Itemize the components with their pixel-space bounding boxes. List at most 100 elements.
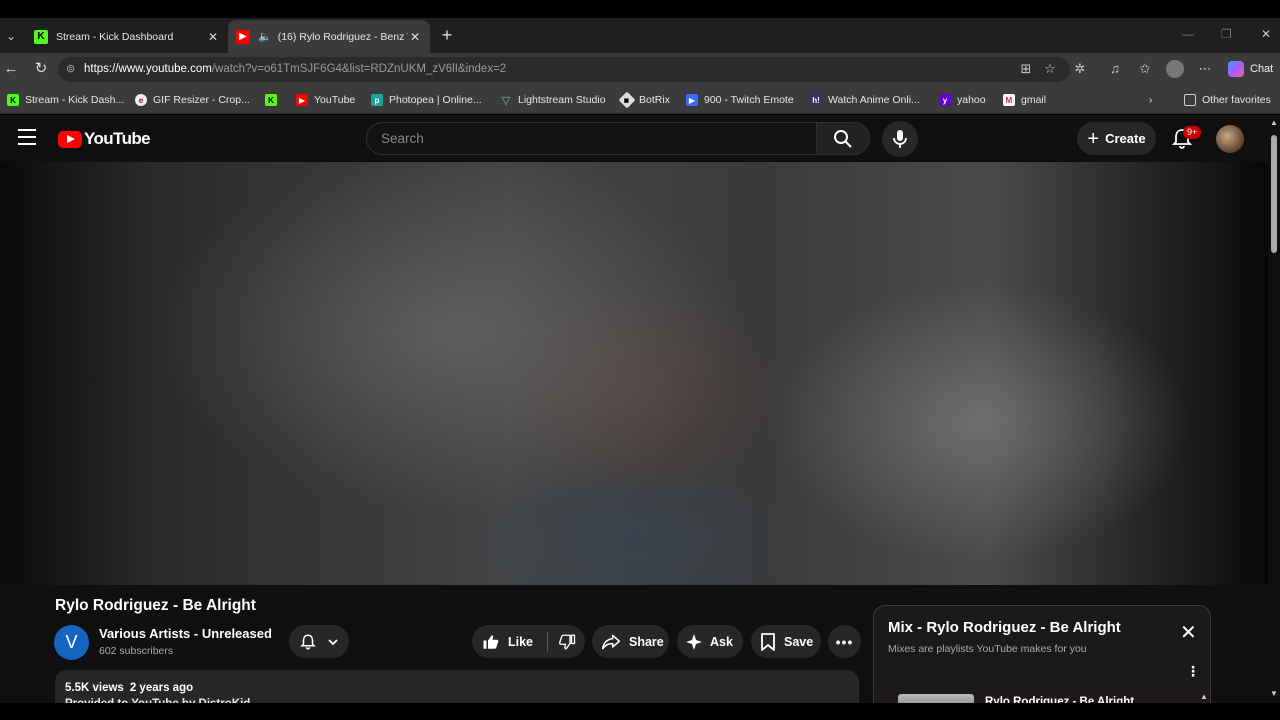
window-close-icon[interactable]: ✕: [1261, 27, 1271, 41]
account-avatar[interactable]: [1216, 125, 1244, 153]
bookmark-anime[interactable]: h! Watch Anime Onli...: [810, 93, 920, 107]
like-button[interactable]: Like: [472, 633, 533, 651]
channel-name[interactable]: Various Artists - Unreleased: [99, 626, 272, 641]
yahoo-icon: y: [939, 94, 951, 106]
media-control-icon[interactable]: ♫: [1107, 61, 1123, 77]
save-button[interactable]: Save: [751, 625, 821, 658]
channel-avatar[interactable]: V: [54, 625, 89, 660]
other-favorites[interactable]: Other favorites: [1184, 93, 1271, 107]
tab-title: Stream - Kick Dashboard: [56, 30, 174, 43]
mix-title[interactable]: Mix - Rylo Rodriguez - Be Alright: [888, 619, 1121, 636]
like-separator: [547, 631, 549, 652]
bell-icon: [300, 633, 316, 649]
kick-icon: K: [265, 94, 277, 106]
tab-youtube[interactable]: ▶ 🔈 (16) Rylo Rodriguez - Benz Tr ✕: [228, 20, 430, 53]
favorite-star-icon[interactable]: ☆: [1042, 61, 1058, 77]
youtube-header: YouTube Search + Create 9+: [0, 115, 1268, 162]
chevron-down-icon: [328, 638, 338, 645]
anime-site-icon: h!: [810, 94, 822, 106]
restore-icon[interactable]: ❐: [1221, 27, 1232, 41]
more-actions-icon[interactable]: •••: [828, 625, 861, 658]
thumbs-down-icon[interactable]: [558, 633, 576, 651]
bookmark-yahoo[interactable]: y yahoo: [939, 93, 986, 107]
scroll-down-arrow-icon[interactable]: ▼: [1270, 689, 1278, 698]
search-icon: [834, 129, 852, 148]
url-text: https://www.youtube.com/watch?v=o61TmSJF…: [84, 63, 507, 75]
mix-subtitle: Mixes are playlists YouTube makes for yo…: [888, 643, 1087, 655]
bookmark-photopea[interactable]: p Photopea | Online...: [371, 93, 482, 107]
thumbs-up-icon: [483, 634, 499, 649]
hamburger-menu-icon[interactable]: [18, 129, 36, 145]
bookmark-botrix[interactable]: ◆ BotRix: [618, 91, 670, 109]
more-menu-icon[interactable]: ⋯: [1197, 61, 1213, 77]
kick-icon: K: [7, 94, 19, 106]
tab-actions-chevron-icon[interactable]: ⌄: [3, 28, 19, 44]
search-input[interactable]: Search: [366, 122, 817, 155]
bookmarks-overflow-chevron-icon[interactable]: ›: [1149, 93, 1153, 107]
bookmark-lightstream[interactable]: ▽ Lightstream Studio: [500, 93, 606, 107]
copilot-icon: [1228, 61, 1244, 77]
plus-icon: +: [1087, 127, 1100, 150]
close-icon[interactable]: ✕: [1180, 623, 1197, 643]
screen-top-border: [0, 0, 1280, 18]
photopea-icon: p: [371, 94, 383, 106]
gif-resizer-icon: e: [135, 94, 147, 106]
tab-close-icon[interactable]: ✕: [408, 30, 422, 44]
kick-icon: K: [34, 29, 48, 44]
tab-title: (16) Rylo Rodriguez - Benz Tr: [277, 30, 408, 43]
profile-avatar[interactable]: [1166, 60, 1184, 78]
lightstream-icon: ▽: [501, 94, 511, 107]
scrollbar-thumb[interactable]: [1271, 135, 1277, 253]
subscriber-count: 602 subscribers: [99, 645, 174, 657]
bookmark-youtube[interactable]: ▶ YouTube: [296, 93, 355, 107]
ask-button[interactable]: Ask: [677, 625, 743, 658]
video-player[interactable]: [0, 162, 1268, 585]
upload-age: 2 years ago: [129, 682, 194, 694]
browser-toolbar: ← ↻ ⊜ https://www.youtube.com/watch?v=o6…: [0, 53, 1280, 86]
video-title: Rylo Rodriguez - Be Alright: [55, 597, 256, 614]
share-button[interactable]: Share: [592, 625, 669, 658]
minimize-icon[interactable]: —: [1182, 27, 1194, 41]
bookmarks-bar: K Stream - Kick Dash... e GIF Resizer - Cr…: [0, 86, 1280, 114]
create-button[interactable]: + Create: [1077, 122, 1156, 155]
view-count: 5.5K views: [65, 682, 124, 694]
emote-icon: ▶: [686, 94, 698, 106]
scroll-up-arrow-icon[interactable]: ▲: [1270, 118, 1278, 127]
app-available-icon[interactable]: ⊞: [1018, 61, 1034, 77]
microphone-icon: [893, 130, 907, 148]
mix-menu-icon[interactable]: ⋮: [1186, 664, 1200, 678]
extensions-icon[interactable]: ✲: [1072, 61, 1088, 77]
copilot-chat-button[interactable]: Chat: [1228, 60, 1273, 78]
bookmark-gif-resizer[interactable]: e GIF Resizer - Crop...: [135, 93, 250, 107]
video-meta: 5.5K views 2 years ago: [65, 682, 199, 694]
botrix-icon: ◆: [618, 91, 636, 109]
back-arrow-icon[interactable]: ←: [3, 61, 19, 77]
favorites-icon[interactable]: ✩: [1137, 61, 1153, 77]
gmail-icon: M: [1003, 94, 1015, 106]
subscription-notification-button[interactable]: [289, 625, 349, 658]
speaker-icon[interactable]: 🔈: [258, 30, 272, 43]
bookmark-kick-2[interactable]: K: [265, 93, 283, 107]
reload-icon[interactable]: ↻: [33, 61, 49, 77]
bookmark-gmail[interactable]: Mgmail: [1003, 93, 1046, 107]
search-button[interactable]: [817, 122, 870, 155]
bookmark-twitch-emote[interactable]: ▶ 900 - Twitch Emote: [686, 93, 794, 107]
site-info-icon[interactable]: ⊜: [66, 62, 75, 75]
like-dislike-group: Like: [472, 625, 585, 658]
youtube-icon: ▶: [236, 29, 250, 44]
mix-scroll-up-arrow-icon[interactable]: ▲: [1200, 692, 1208, 701]
voice-search-button[interactable]: [882, 121, 918, 157]
bookmark-icon: [761, 632, 775, 651]
tab-close-icon[interactable]: ✕: [206, 30, 220, 44]
page-scrollbar[interactable]: ▲ ▼: [1268, 115, 1280, 720]
browser-tabstrip: ⌄ K Stream - Kick Dashboard ✕ ▶ 🔈 (16) R…: [0, 18, 1280, 53]
youtube-page: YouTube Search + Create 9+ ▲ ▼ Rylo Rodr…: [0, 115, 1280, 720]
tab-kick-dashboard[interactable]: K Stream - Kick Dashboard ✕: [26, 20, 228, 53]
sparkle-icon: [686, 633, 702, 650]
new-tab-icon[interactable]: +: [438, 26, 456, 44]
youtube-logo[interactable]: YouTube: [58, 129, 151, 149]
folder-icon: [1184, 94, 1196, 106]
bookmark-kick[interactable]: K Stream - Kick Dash...: [7, 93, 124, 107]
address-bar[interactable]: ⊜ https://www.youtube.com/watch?v=o61TmS…: [58, 57, 1070, 82]
screen-bottom-border: [0, 703, 1280, 720]
